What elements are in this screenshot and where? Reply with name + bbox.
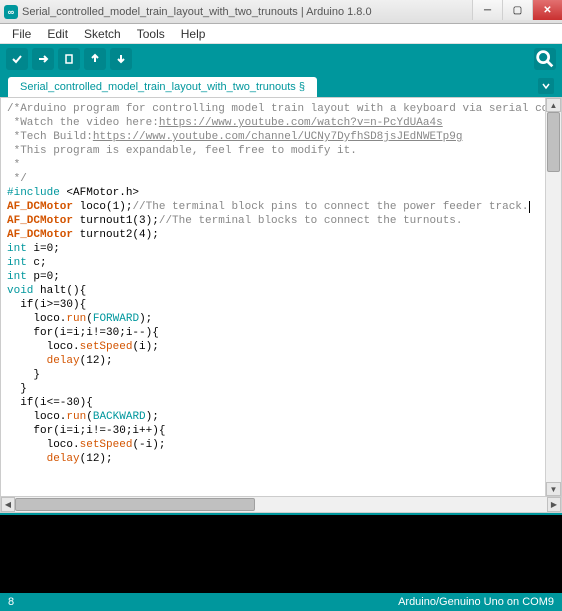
scroll-right-button[interactable]: ▶ (547, 497, 561, 512)
code-comment: //The terminal blocks to connect the tur… (159, 215, 463, 227)
code-const: BACKWARD (93, 411, 146, 423)
horizontal-scrollbar[interactable]: ◀ ▶ (0, 497, 562, 513)
code-comment: //The terminal block pins to connect the… (132, 201, 528, 213)
menu-help[interactable]: Help (173, 25, 214, 43)
open-button[interactable] (84, 48, 106, 70)
menu-tools[interactable]: Tools (129, 25, 173, 43)
window-titlebar: ∞ Serial_controlled_model_train_layout_w… (0, 0, 562, 24)
new-button[interactable] (58, 48, 80, 70)
scroll-left-button[interactable]: ◀ (1, 497, 15, 512)
minimize-button[interactable]: ─ (472, 0, 502, 20)
code-editor-area: /*Arduino program for controlling model … (0, 97, 562, 497)
code-text: ); (139, 313, 152, 325)
code-text: for(i=i;i!=-30;i++){ (7, 425, 165, 437)
upload-button[interactable] (32, 48, 54, 70)
code-text: (12); (80, 355, 113, 367)
tab-main-sketch[interactable]: Serial_controlled_model_train_layout_wit… (8, 77, 317, 97)
menu-file[interactable]: File (4, 25, 39, 43)
code-text: if(i<=-30){ (7, 397, 93, 409)
code-text: (-i); (132, 439, 165, 451)
status-board-info: Arduino/Genuino Uno on COM9 (398, 596, 554, 608)
code-text: i=0; (27, 243, 60, 255)
menu-sketch[interactable]: Sketch (76, 25, 129, 43)
code-func: run (66, 411, 86, 423)
scroll-thumb-vertical[interactable] (547, 112, 560, 172)
code-text: if(i>=30){ (7, 299, 86, 311)
code-func: delay (47, 355, 80, 367)
code-text: loco. (7, 439, 80, 451)
code-editor[interactable]: /*Arduino program for controlling model … (1, 98, 545, 496)
code-keyword: int (7, 243, 27, 255)
code-comment: *This program is expandable, feel free t… (7, 145, 357, 157)
code-text (7, 453, 47, 465)
menu-edit[interactable]: Edit (39, 25, 76, 43)
arduino-app-icon: ∞ (4, 5, 18, 19)
code-comment: */ (7, 173, 27, 185)
window-title: Serial_controlled_model_train_layout_wit… (22, 6, 372, 18)
code-func: setSpeed (80, 439, 133, 451)
statusbar: 8 Arduino/Genuino Uno on COM9 (0, 593, 562, 611)
code-text: } (7, 369, 40, 381)
code-text: loco. (7, 341, 80, 353)
code-text: loco. (7, 411, 66, 423)
status-line-number: 8 (8, 596, 14, 608)
code-type: AF_DCMotor (7, 201, 73, 213)
code-func: run (66, 313, 86, 325)
code-text: c; (27, 257, 47, 269)
code-type: AF_DCMotor (7, 229, 73, 241)
code-text: } (7, 383, 27, 395)
code-text: loco(1); (73, 201, 132, 213)
code-keyword: #include (7, 187, 60, 199)
code-text: halt(){ (33, 285, 86, 297)
code-text: for(i=i;i!=30;i--){ (7, 327, 159, 339)
scroll-down-button[interactable]: ▼ (546, 482, 561, 496)
output-console[interactable] (0, 513, 562, 593)
tab-menu-button[interactable] (538, 78, 554, 94)
code-keyword: int (7, 257, 27, 269)
code-text: turnout2(4); (73, 229, 159, 241)
code-text: loco. (7, 313, 66, 325)
close-button[interactable]: ✕ (532, 0, 562, 20)
scroll-track-horizontal[interactable] (15, 497, 547, 512)
code-type: AF_DCMotor (7, 215, 73, 227)
tab-area: Serial_controlled_model_train_layout_wit… (0, 74, 562, 97)
verify-button[interactable] (6, 48, 28, 70)
serial-monitor-button[interactable] (534, 48, 556, 70)
code-text (7, 355, 47, 367)
code-func: setSpeed (80, 341, 133, 353)
save-button[interactable] (110, 48, 132, 70)
code-text: (i); (132, 341, 158, 353)
code-text: ( (86, 411, 93, 423)
code-keyword: void (7, 285, 33, 297)
code-keyword: int (7, 271, 27, 283)
code-comment: *Watch the video here: (7, 117, 159, 129)
code-const: FORWARD (93, 313, 139, 325)
code-text: (12); (80, 453, 113, 465)
scroll-up-button[interactable]: ▲ (546, 98, 561, 112)
code-comment: /*Arduino program for controlling model … (7, 103, 545, 115)
code-link[interactable]: https://www.youtube.com/watch?v=n-PcYdUA… (159, 117, 443, 129)
toolbar (0, 44, 562, 74)
code-text: ); (146, 411, 159, 423)
code-text: ( (86, 313, 93, 325)
scroll-thumb-horizontal[interactable] (15, 498, 255, 511)
menubar: File Edit Sketch Tools Help (0, 24, 562, 44)
code-link[interactable]: https://www.youtube.com/channel/UCNy7Dyf… (93, 131, 463, 143)
vertical-scrollbar[interactable]: ▲ ▼ (545, 98, 561, 496)
maximize-button[interactable]: ▢ (502, 0, 532, 20)
code-func: delay (47, 453, 80, 465)
code-text: turnout1(3); (73, 215, 159, 227)
code-comment: * (7, 159, 20, 171)
code-comment: *Tech Build: (7, 131, 93, 143)
code-text: <AFMotor.h> (60, 187, 139, 199)
text-cursor (529, 201, 530, 213)
code-text: p=0; (27, 271, 60, 283)
